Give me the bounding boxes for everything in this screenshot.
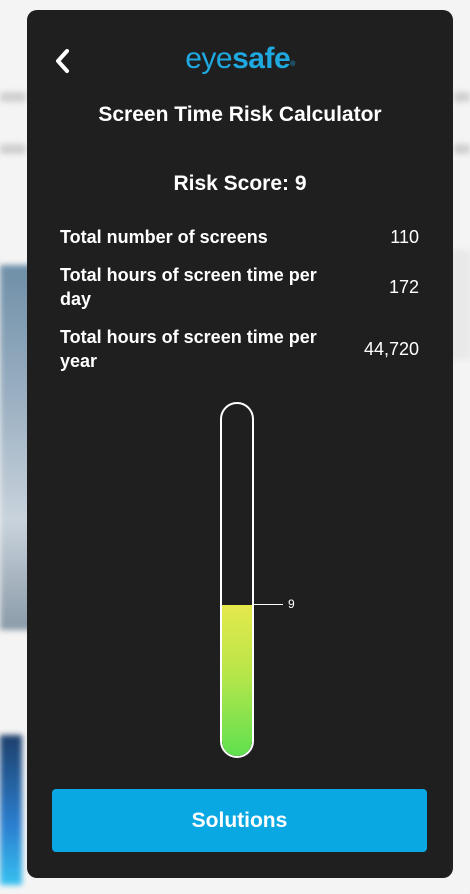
stat-label: Total hours of screen time per day bbox=[60, 265, 317, 309]
thermometer-marker-label: 9 bbox=[288, 597, 295, 611]
thermometer-marker-line bbox=[254, 604, 283, 605]
logo-text-safe: safe bbox=[232, 42, 291, 75]
stat-row: Total hours of screen time per year 44,7… bbox=[60, 325, 419, 373]
stat-value: 172 bbox=[388, 277, 419, 297]
background-text-line bbox=[454, 144, 470, 154]
stat-label: Total number of screens bbox=[60, 227, 268, 247]
background-text-line bbox=[0, 92, 26, 102]
logo-text-eye: eye bbox=[185, 42, 233, 75]
risk-thermometer bbox=[220, 402, 254, 758]
stat-value: 110 bbox=[390, 227, 419, 247]
background-text-line bbox=[0, 144, 26, 154]
eyesafe-logo: eyesafe® bbox=[27, 42, 453, 76]
risk-calculator-panel: eyesafe® Screen Time Risk Calculator Ris… bbox=[27, 10, 453, 878]
thermometer-fill bbox=[222, 604, 252, 756]
logo-registered-mark: ® bbox=[290, 61, 295, 68]
stat-row: Total number of screens 110 bbox=[60, 225, 419, 249]
background-text-line bbox=[454, 92, 470, 102]
background-image bbox=[0, 735, 22, 885]
risk-score: Risk Score: 9 bbox=[173, 172, 307, 195]
stats-list: Total number of screens 110 Total hours … bbox=[60, 225, 419, 387]
page-title: Screen Time Risk Calculator bbox=[98, 103, 382, 126]
stat-row: Total hours of screen time per day 172 bbox=[60, 263, 419, 311]
stat-label: Total hours of screen time per year bbox=[60, 327, 317, 371]
stat-value: 44,720 bbox=[363, 339, 419, 359]
solutions-button[interactable]: Solutions bbox=[52, 789, 427, 852]
